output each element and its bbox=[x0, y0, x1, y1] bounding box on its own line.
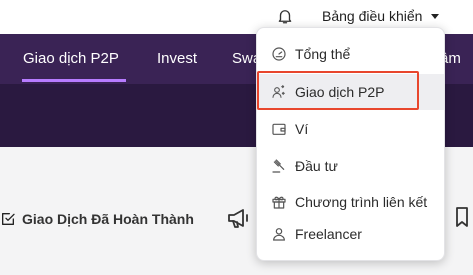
menu-item-invest[interactable]: Đầu tư bbox=[257, 148, 444, 184]
menu-item-label: Freelancer bbox=[295, 226, 362, 242]
menu-item-p2p[interactable]: Giao dịch P2P bbox=[257, 74, 444, 110]
gavel-icon bbox=[272, 159, 285, 173]
gauge-icon bbox=[272, 47, 286, 61]
completed-trades-label: Giao Dịch Đã Hoàn Thành bbox=[22, 211, 194, 227]
bell-icon[interactable] bbox=[276, 7, 294, 25]
gift-icon bbox=[272, 196, 286, 209]
user-icon bbox=[273, 228, 285, 241]
wallet-icon bbox=[272, 123, 286, 135]
menu-item-overview[interactable]: Tổng thể bbox=[257, 36, 444, 72]
menu-item-affiliate[interactable]: Chương trình liên kết bbox=[257, 184, 444, 220]
dashboard-dropdown: Tổng thể Giao dịch P2P Ví Đầu tư Chương … bbox=[256, 27, 445, 261]
chevron-down-icon bbox=[431, 13, 440, 19]
menu-item-label: Ví bbox=[295, 121, 309, 137]
nav-item-p2p[interactable]: Giao dịch P2P bbox=[23, 50, 119, 67]
bookmark-icon[interactable] bbox=[455, 206, 469, 228]
dashboard-label: Bảng điều khiển bbox=[322, 8, 423, 24]
menu-item-label: Giao dịch P2P bbox=[295, 84, 385, 100]
nav-item-invest[interactable]: Invest bbox=[157, 50, 197, 67]
check-square-icon bbox=[2, 213, 15, 225]
menu-item-label: Tổng thể bbox=[295, 46, 351, 62]
menu-item-label: Đầu tư bbox=[295, 158, 338, 174]
menu-item-label: Chương trình liên kết bbox=[295, 194, 428, 210]
menu-item-freelancer[interactable]: Freelancer bbox=[257, 216, 444, 252]
users-swap-icon bbox=[272, 85, 285, 98]
dashboard-menu-trigger[interactable]: Bảng điều khiển bbox=[322, 7, 440, 25]
active-nav-indicator bbox=[22, 79, 126, 82]
megaphone-icon[interactable] bbox=[226, 206, 252, 230]
menu-item-wallet[interactable]: Ví bbox=[257, 111, 444, 147]
completed-trades-tab[interactable]: Giao Dịch Đã Hoàn Thành bbox=[0, 208, 194, 230]
